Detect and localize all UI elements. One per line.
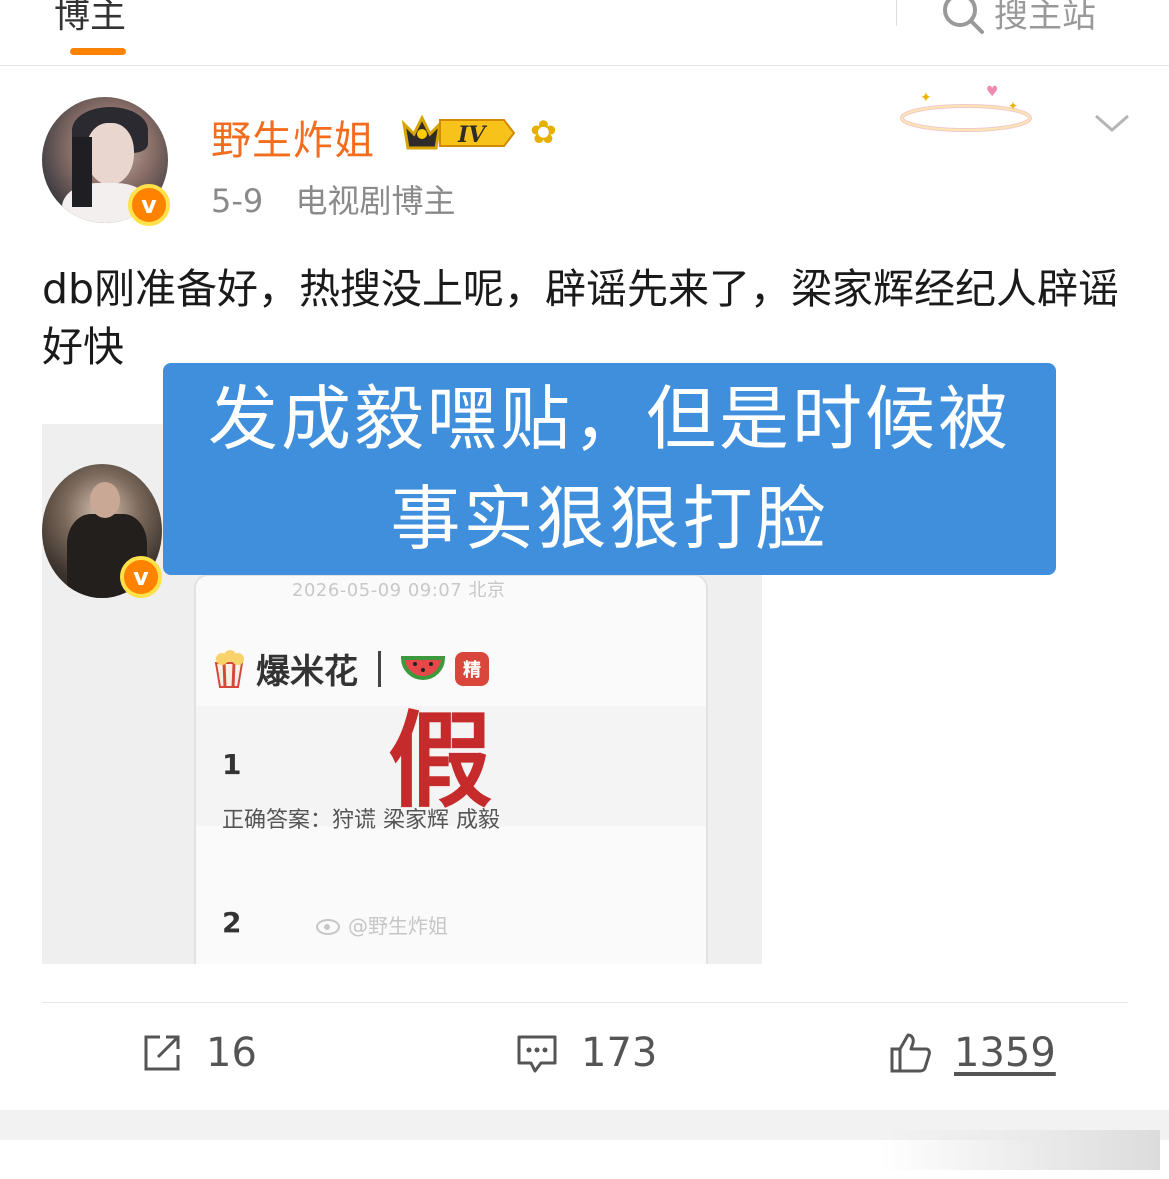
inner-time: 2026-05-09 09:07 北京 — [292, 580, 506, 601]
tab-blogger[interactable]: 博主 — [54, 0, 126, 38]
watermark-text: @野生炸姐 — [348, 914, 448, 938]
search-site-button[interactable]: 搜主站 — [940, 0, 1096, 37]
thumbs-up-icon — [890, 1033, 931, 1073]
repost-button[interactable]: 16 — [140, 1030, 257, 1076]
svg-text:IV: IV — [457, 122, 487, 148]
action-divider — [42, 1002, 1128, 1003]
svg-text:♥: ♥ — [986, 84, 999, 100]
inner-screenshot: 2026-05-09 09:07 北京 爆米花 精 假 1 正确答案：狩谎 梁家… — [194, 574, 708, 964]
post-text: db刚准备好，热搜没上呢，辟谣先来了，梁家辉经纪人辟谣好快 — [42, 265, 1120, 371]
repost-icon — [144, 1035, 180, 1071]
popcorn-icon — [214, 649, 244, 688]
svg-text:✦: ✦ — [1008, 99, 1018, 113]
popcorn-title: 爆米花 — [256, 652, 358, 692]
post-source: 电视剧博主 — [295, 182, 456, 220]
item-1-answer: 正确答案：狩谎 梁家辉 成毅 — [222, 808, 500, 833]
sunflower-icon: ✿ — [530, 113, 557, 151]
caption-overlay: 发成毅嘿贴，但是时候被 事实狠狠打脸 — [163, 363, 1056, 575]
caption-line-2: 事实狠狠打脸 — [390, 478, 829, 560]
repost-count: 16 — [206, 1030, 257, 1076]
decoration-halo-icon: ✦ ♥ ✦ — [900, 84, 1032, 132]
member-level-badge-icon: IV — [401, 114, 516, 150]
tab-active-indicator — [70, 48, 126, 55]
like-button[interactable]: 1359 — [888, 1030, 1056, 1076]
image-watermark: @野生炸姐 — [316, 910, 448, 939]
comment-button[interactable]: 173 — [515, 1030, 657, 1076]
caption-line-1: 发成毅嘿贴，但是时候被 — [208, 378, 1011, 460]
tab-divider — [896, 0, 897, 26]
like-count: 1359 — [954, 1030, 1056, 1076]
post-meta: 5-9 电视剧博主 — [211, 176, 455, 222]
inner-verified-badge-icon: v — [120, 556, 162, 598]
comment-icon — [517, 1035, 557, 1073]
search-icon — [943, 0, 984, 34]
item-2-number: 2 — [222, 906, 242, 939]
comment-count: 173 — [581, 1030, 658, 1076]
svg-text:✦: ✦ — [920, 90, 932, 106]
verified-badge-icon: v — [128, 184, 170, 226]
next-post-preview — [880, 1130, 1160, 1170]
author-name[interactable]: 野生炸姐 — [211, 108, 375, 166]
search-label: 搜主站 — [994, 0, 1096, 36]
top-tab-bar: 博主 搜主站 — [0, 0, 1169, 66]
post-date: 5-9 — [211, 182, 264, 220]
item-1-number: 1 — [222, 748, 242, 781]
weibo-logo-icon — [316, 918, 340, 935]
chevron-down-icon[interactable] — [1092, 108, 1132, 138]
